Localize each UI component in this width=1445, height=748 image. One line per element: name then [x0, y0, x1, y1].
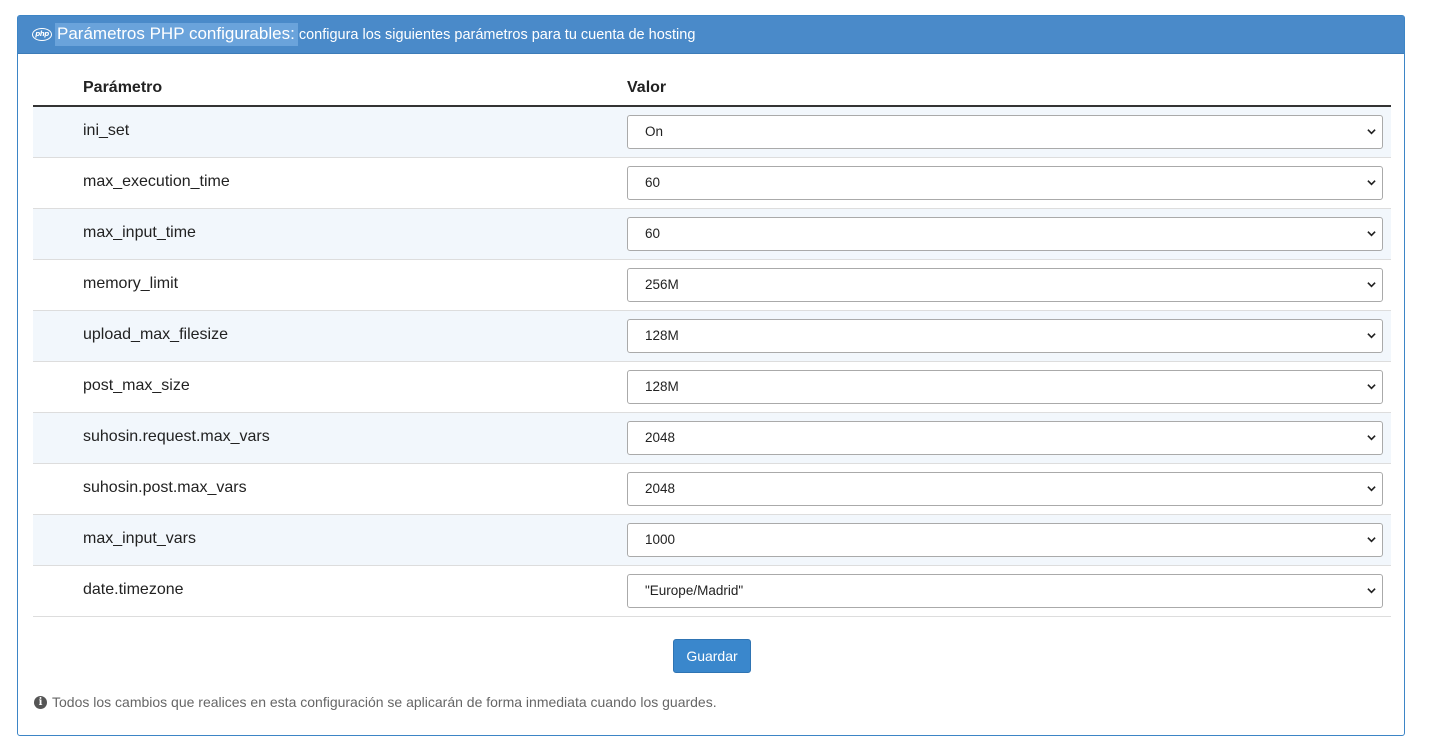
param-name: date.timezone: [83, 581, 184, 598]
save-button[interactable]: Guardar: [673, 639, 751, 673]
param-value-select[interactable]: 2048: [627, 421, 1383, 455]
chevron-down-icon: [1367, 231, 1376, 237]
php-icon: php: [32, 28, 52, 41]
table-row: ini_set On: [33, 107, 1391, 158]
footer-note: i Todos los cambios que realices en esta…: [34, 694, 717, 710]
table-row: upload_max_filesize 128M: [33, 311, 1391, 362]
params-table: Parámetro Valor ini_set On max_execution_t…: [33, 69, 1391, 617]
select-value: "Europe/Madrid": [645, 583, 744, 598]
chevron-down-icon: [1367, 435, 1376, 441]
table-row: max_execution_time 60: [33, 158, 1391, 209]
header-value: Valor: [627, 79, 667, 96]
select-value: 60: [645, 175, 661, 190]
chevron-down-icon: [1367, 333, 1376, 339]
table-row: post_max_size 128M: [33, 362, 1391, 413]
chevron-down-icon: [1367, 282, 1376, 288]
param-name: memory_limit: [83, 275, 179, 292]
select-value: 128M: [645, 328, 679, 343]
table-row: memory_limit 256M: [33, 260, 1391, 311]
param-name: ini_set: [83, 122, 130, 139]
param-value-select[interactable]: On: [627, 115, 1383, 149]
param-name: max_input_time: [83, 224, 196, 241]
table-header: Parámetro Valor: [33, 69, 1391, 107]
footer-note-text: Todos los cambios que realices en esta c…: [52, 694, 717, 710]
panel-subtitle: configura los siguientes parámetros para…: [298, 26, 696, 43]
table-row: date.timezone "Europe/Madrid": [33, 566, 1391, 617]
chevron-down-icon: [1367, 180, 1376, 186]
select-value: 2048: [645, 430, 676, 445]
chevron-down-icon: [1367, 588, 1376, 594]
chevron-down-icon: [1367, 537, 1376, 543]
select-value: 128M: [645, 379, 679, 394]
param-value-select[interactable]: "Europe/Madrid": [627, 574, 1383, 608]
param-name: upload_max_filesize: [83, 326, 228, 343]
param-name: post_max_size: [83, 377, 190, 394]
param-value-select[interactable]: 128M: [627, 319, 1383, 353]
param-value-select[interactable]: 60: [627, 217, 1383, 251]
php-params-panel: php Parámetros PHP configurables: config…: [17, 15, 1405, 736]
param-name: suhosin.post.max_vars: [83, 479, 247, 496]
param-name: suhosin.request.max_vars: [83, 428, 270, 445]
chevron-down-icon: [1367, 129, 1376, 135]
table-row: max_input_time 60: [33, 209, 1391, 260]
table-row: max_input_vars 1000: [33, 515, 1391, 566]
panel-heading: php Parámetros PHP configurables: config…: [18, 16, 1404, 54]
table-row: suhosin.post.max_vars 2048: [33, 464, 1391, 515]
select-value: 256M: [645, 277, 679, 292]
chevron-down-icon: [1367, 486, 1376, 492]
param-value-select[interactable]: 1000: [627, 523, 1383, 557]
param-name: max_input_vars: [83, 530, 196, 547]
param-name: max_execution_time: [83, 173, 230, 190]
param-value-select[interactable]: 128M: [627, 370, 1383, 404]
param-value-select[interactable]: 256M: [627, 268, 1383, 302]
info-circle-icon: i: [34, 695, 47, 709]
select-value: On: [645, 124, 664, 139]
select-value: 60: [645, 226, 661, 241]
param-value-select[interactable]: 2048: [627, 472, 1383, 506]
table-body: ini_set On max_execution_time 60 max_input_t…: [33, 107, 1391, 617]
table-row: suhosin.request.max_vars 2048: [33, 413, 1391, 464]
header-param: Parámetro: [83, 79, 163, 96]
select-value: 1000: [645, 532, 676, 547]
param-value-select[interactable]: 60: [627, 166, 1383, 200]
panel-title: Parámetros PHP configurables:: [55, 23, 298, 46]
select-value: 2048: [645, 481, 676, 496]
chevron-down-icon: [1367, 384, 1376, 390]
